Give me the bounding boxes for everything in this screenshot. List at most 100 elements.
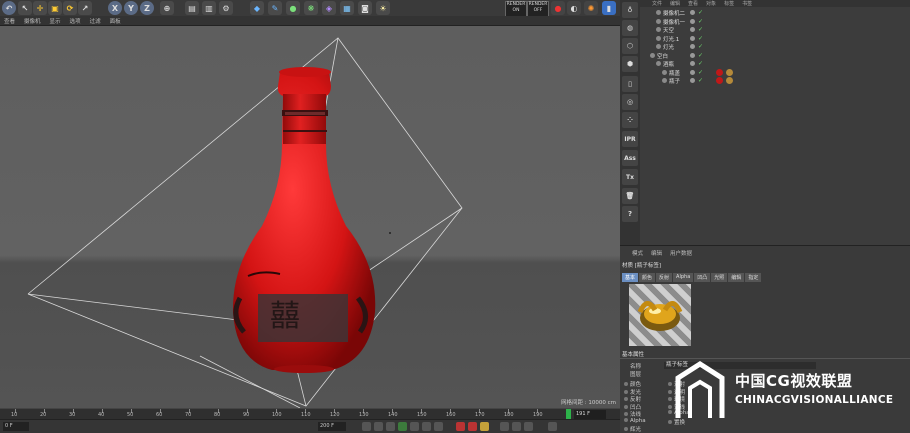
enabled-check-icon[interactable]: ✓: [698, 60, 703, 67]
ipr-button[interactable]: IPR: [622, 131, 638, 147]
attribute-tab[interactable]: 凹凸: [694, 273, 711, 282]
attr-menu-edit[interactable]: 编辑: [651, 249, 662, 257]
render-view-icon[interactable]: ▤: [185, 1, 199, 15]
recent-tool-icon[interactable]: ↗: [78, 1, 92, 15]
object-row[interactable]: 空白 ✓: [640, 52, 910, 60]
object-icon[interactable]: ⬢: [622, 56, 638, 72]
end-frame-field[interactable]: 200 F: [318, 422, 346, 431]
obj-menu-view[interactable]: 查看: [688, 0, 698, 7]
material-tag-icon[interactable]: [716, 77, 723, 84]
attr-menu-mode[interactable]: 模式: [632, 249, 643, 257]
attribute-tab[interactable]: 指定: [745, 273, 762, 282]
start-frame-field[interactable]: 0 F: [3, 422, 29, 431]
attr-menu-userdata[interactable]: 用户数据: [670, 249, 692, 257]
attribute-tab[interactable]: 反射: [656, 273, 673, 282]
prev-key-icon[interactable]: [374, 422, 383, 431]
3d-viewport[interactable]: 囍 网格间距 : 10000 cm: [0, 26, 620, 408]
current-frame-field[interactable]: 191 F: [574, 410, 606, 419]
enabled-check-icon[interactable]: ✓: [698, 35, 703, 42]
object-row[interactable]: 瓶子 ✓: [640, 77, 910, 85]
visibility-toggle-icon[interactable]: [690, 78, 695, 83]
keyframe-selection-icon[interactable]: [480, 422, 489, 431]
enabled-check-icon[interactable]: ✓: [698, 43, 703, 50]
obj-menu-bookmarks[interactable]: 书签: [742, 0, 752, 7]
attribute-tab[interactable]: 颜色: [639, 273, 656, 282]
visibility-toggle-icon[interactable]: [690, 35, 695, 41]
attribute-tab[interactable]: Alpha: [673, 273, 694, 282]
auto-key-icon[interactable]: [468, 422, 477, 431]
object-row[interactable]: 天空 ✓: [640, 26, 910, 34]
help-button[interactable]: ?: [622, 206, 638, 222]
prev-frame-icon[interactable]: [386, 422, 395, 431]
next-key-icon[interactable]: [422, 422, 431, 431]
pen-spline-icon[interactable]: ✎: [268, 1, 282, 15]
render-settings-icon[interactable]: ⚙: [219, 1, 233, 15]
scale-key-icon[interactable]: [524, 422, 533, 431]
obj-menu-objects[interactable]: 对象: [706, 0, 716, 7]
attribute-tab[interactable]: 编辑: [728, 273, 745, 282]
deformer-icon[interactable]: ◈: [322, 1, 336, 15]
texture-button[interactable]: Tx: [622, 169, 638, 185]
enabled-check-icon[interactable]: ✓: [698, 77, 703, 84]
lightbulb-icon[interactable]: ♁: [622, 2, 638, 18]
layout-icon[interactable]: ▮: [602, 1, 616, 15]
material-ball-icon[interactable]: ◐: [567, 1, 581, 15]
object-row[interactable]: 摄像机一 ✓: [640, 18, 910, 26]
position-key-icon[interactable]: [500, 422, 509, 431]
object-row[interactable]: 摄像机二 ✓: [640, 9, 910, 17]
cube-icon[interactable]: ⬡: [622, 38, 638, 54]
visibility-toggle-icon[interactable]: [690, 27, 695, 32]
record-key-icon[interactable]: [456, 422, 465, 431]
rotate-icon[interactable]: ⟳: [63, 1, 77, 15]
attribute-tab[interactable]: 光照: [711, 273, 728, 282]
move-icon[interactable]: ✛: [33, 1, 47, 15]
render-to-picture-viewer-icon[interactable]: ▥: [202, 1, 216, 15]
play-icon[interactable]: [398, 422, 407, 431]
visibility-toggle-icon[interactable]: [690, 10, 695, 15]
viewport-menu-panel[interactable]: 面板: [110, 17, 121, 25]
axis-z-button[interactable]: Z: [140, 1, 154, 15]
viewport-menu-display[interactable]: 显示: [50, 17, 61, 25]
viewport-menu-view[interactable]: 查看: [4, 17, 15, 25]
object-row[interactable]: 灯光 ✓: [640, 43, 910, 51]
layers-icon[interactable]: ◎: [622, 94, 638, 110]
trash-icon[interactable]: 🗑: [622, 188, 638, 204]
record-icon[interactable]: ●: [551, 1, 565, 15]
enabled-check-icon[interactable]: ✓: [698, 9, 703, 16]
visibility-toggle-icon[interactable]: [690, 61, 695, 66]
enabled-check-icon[interactable]: ✓: [698, 52, 703, 59]
visibility-toggle-icon[interactable]: [690, 52, 695, 58]
attribute-tab[interactable]: 基本: [622, 273, 639, 282]
undo-icon[interactable]: ↶: [2, 1, 16, 15]
render-on-button[interactable]: RENDER ON: [505, 1, 527, 17]
scale-icon[interactable]: ▣: [48, 1, 62, 15]
goto-end-icon[interactable]: [434, 422, 443, 431]
document-icon[interactable]: ▯: [622, 76, 638, 92]
enabled-check-icon[interactable]: ✓: [698, 69, 703, 76]
enabled-check-icon[interactable]: ✓: [698, 26, 703, 33]
object-row[interactable]: 瓶盖 ✓: [640, 68, 910, 77]
axis-x-button[interactable]: X: [108, 1, 122, 15]
array-icon[interactable]: ❋: [304, 1, 318, 15]
visibility-toggle-icon[interactable]: [690, 18, 695, 24]
next-frame-icon[interactable]: [410, 422, 419, 431]
select-icon[interactable]: ↖: [18, 1, 32, 15]
camera-icon[interactable]: ◙: [358, 1, 372, 15]
timeline-menu-icon[interactable]: [548, 422, 557, 431]
object-row[interactable]: 灯光.1 ✓: [640, 35, 910, 43]
settings-gear-icon[interactable]: ✺: [584, 1, 598, 15]
floor-icon[interactable]: ▦: [340, 1, 354, 15]
visibility-toggle-icon[interactable]: [690, 44, 695, 49]
channel-property-left[interactable]: Alpha: [624, 417, 646, 424]
obj-menu-tags[interactable]: 标签: [724, 0, 734, 7]
texture-tag-icon[interactable]: [726, 68, 733, 76]
sphere-icon[interactable]: ◍: [622, 20, 638, 36]
axis-y-button[interactable]: Y: [124, 1, 138, 15]
subdivision-icon[interactable]: ●: [286, 1, 300, 15]
asset-button[interactable]: Ass: [622, 150, 638, 166]
goto-start-icon[interactable]: [362, 422, 371, 431]
light-icon[interactable]: ☀: [376, 1, 390, 15]
rotation-key-icon[interactable]: [512, 422, 521, 431]
texture-tag-icon[interactable]: [726, 77, 733, 84]
obj-menu-edit[interactable]: 编辑: [670, 0, 680, 7]
